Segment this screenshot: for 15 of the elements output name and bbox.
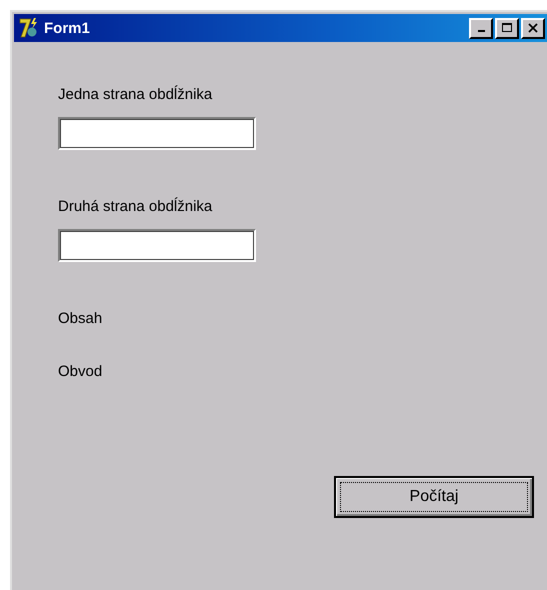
- minimize-icon: [478, 30, 484, 32]
- maximize-icon: [502, 23, 512, 33]
- result-label: Obsah: [58, 310, 104, 327]
- result-label: Obvod: [58, 363, 104, 380]
- field-label: Druhá strana obdĺžnika: [58, 198, 214, 215]
- app-icon: [18, 17, 40, 39]
- minimize-button[interactable]: [469, 18, 493, 38]
- field-label: Jedna strana obdĺžnika: [58, 86, 214, 103]
- calculate-button[interactable]: Počítaj: [334, 476, 534, 518]
- window-title: Form1: [44, 20, 90, 36]
- input-field[interactable]: [58, 117, 256, 150]
- input-field[interactable]: [58, 229, 256, 262]
- close-button[interactable]: [521, 18, 545, 38]
- close-icon: [528, 23, 538, 33]
- maximize-button[interactable]: [495, 18, 519, 38]
